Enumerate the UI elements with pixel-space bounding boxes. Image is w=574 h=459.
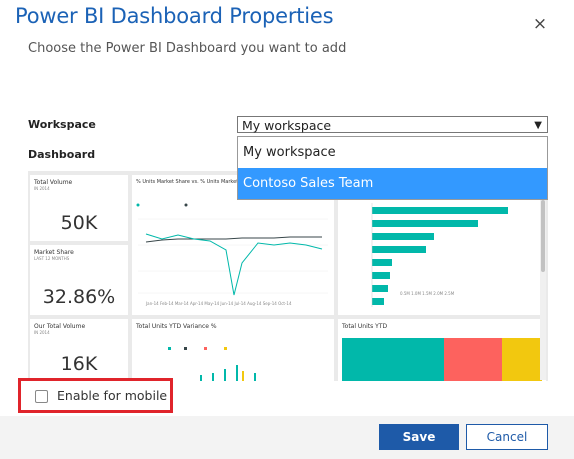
tile-subtitle: IN 2014 [34, 330, 50, 335]
tile-title: Total Volume [34, 179, 73, 186]
tile-value: 32.86% [42, 286, 116, 308]
workspace-label: Workspace [28, 118, 96, 131]
save-button[interactable]: Save [379, 424, 459, 450]
svg-text:Jan-14 Feb-14 Mar-14 Apr-14: Jan-14 Feb-14 Mar-14 Apr-14 May-14 Jun-1… [145, 301, 292, 306]
enable-mobile-label: Enable for mobile [57, 388, 168, 403]
close-icon[interactable]: × [530, 14, 550, 34]
workspace-dropdown-list: My workspace Contoso Sales Team [237, 136, 548, 200]
dashboard-preview: Total Volume IN 2014 50K Market Share LA… [28, 171, 548, 381]
svg-text:0.5M 1.0M 1.5M 2.0: 0.5M 1.0M 1.5M 2.0M 2.5M [400, 291, 455, 296]
tile-subtitle: LAST 12 MONTHS [34, 256, 70, 261]
workspace-select-value: My workspace [242, 118, 332, 133]
variance-chart-tile: Total Units YTD Variance % [132, 319, 334, 381]
enable-mobile-callout: Enable for mobile [18, 378, 173, 413]
tile-title: Market Share [34, 249, 74, 256]
kpi-tile: Total Volume IN 2014 50K [30, 175, 128, 241]
kpi-tile: Our Total Volume IN 2014 16K [30, 319, 128, 381]
treemap-svg [342, 338, 542, 381]
workspace-select[interactable]: My workspace ▼ [237, 116, 548, 133]
cancel-button[interactable]: Cancel [466, 424, 548, 450]
dropdown-option-my-workspace[interactable]: My workspace [238, 137, 547, 168]
preview-scrollbar[interactable] [540, 200, 546, 380]
chevron-down-icon: ▼ [534, 120, 542, 131]
kpi-tile: Market Share LAST 12 MONTHS 32.86% [30, 245, 128, 315]
dialog-title: Power BI Dashboard Properties [15, 4, 334, 28]
scrollbar-thumb[interactable] [541, 200, 545, 272]
tile-value: 16K [60, 353, 98, 375]
dialog-subtitle: Choose the Power BI Dashboard you want t… [28, 41, 347, 56]
variance-chart-svg [168, 347, 256, 381]
tile-subtitle: IN 2014 [34, 186, 50, 191]
dashboard-label: Dashboard [28, 148, 96, 161]
tile-value: 50K [60, 212, 98, 234]
treemap-tile: Total Units YTD [338, 319, 546, 381]
tile-title: Our Total Volume [34, 323, 86, 330]
dropdown-option-contoso-sales-team[interactable]: Contoso Sales Team [238, 168, 547, 199]
enable-mobile-checkbox[interactable] [35, 390, 48, 403]
